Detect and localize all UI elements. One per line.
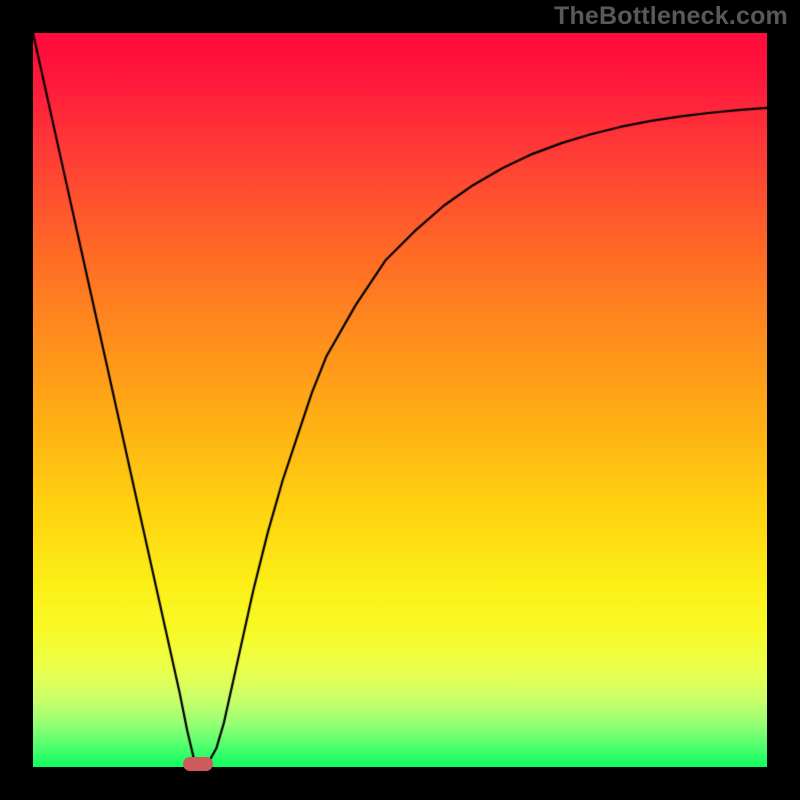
- chart-stage: TheBottleneck.com: [0, 0, 800, 800]
- plot-area: [33, 33, 767, 767]
- optimum-marker: [183, 757, 213, 771]
- bottleneck-curve: [33, 33, 767, 767]
- watermark-text: TheBottleneck.com: [554, 2, 788, 31]
